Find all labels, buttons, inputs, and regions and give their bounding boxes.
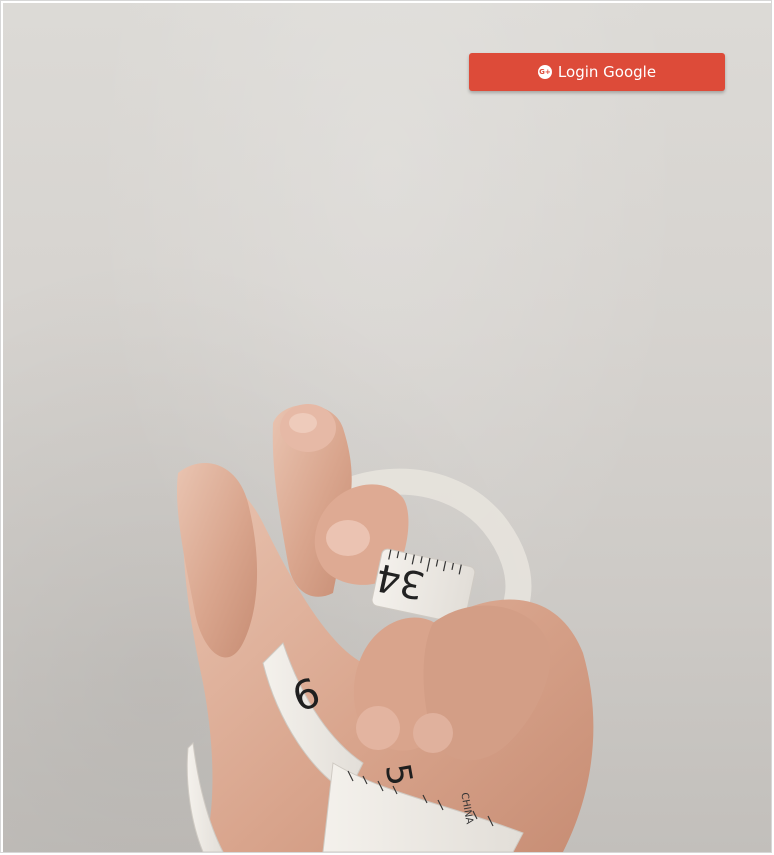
page-frame: 34 6 5 CHINA G+ Login Google: [0, 0, 772, 853]
hand-with-measuring-tape-image: 34 6 5 CHINA: [176, 404, 594, 852]
login-google-button[interactable]: G+ Login Google: [469, 53, 725, 91]
google-plus-icon: G+: [537, 65, 552, 79]
login-google-label: Login Google: [557, 63, 657, 81]
hero-background-image: 34 6 5 CHINA G+ Login Google: [3, 3, 771, 852]
